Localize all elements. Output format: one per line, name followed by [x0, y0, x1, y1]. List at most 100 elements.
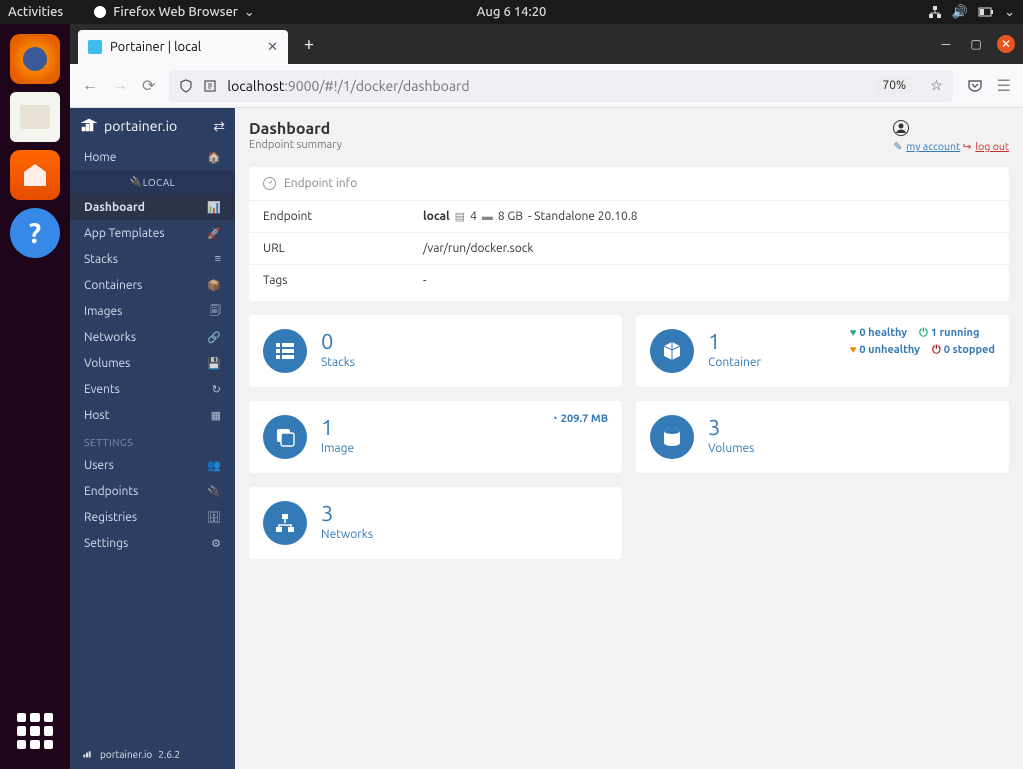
sidebar-item-containers[interactable]: Containers📦 [70, 272, 235, 298]
dock-firefox[interactable] [10, 34, 60, 84]
sidebar-item-icon: 💾 [207, 357, 221, 370]
unhealthy-count: 0 unhealthy [859, 342, 920, 359]
memory-value: 8 GB [498, 210, 523, 223]
bookmark-star-icon[interactable]: ☆ [930, 77, 943, 94]
url-path: :9000/#!/1/docker/dashboard [284, 78, 469, 94]
sidebar-item-volumes[interactable]: Volumes💾 [70, 350, 235, 376]
sidebar-item-settings[interactable]: Settings⚙ [70, 530, 235, 556]
new-tab-button[interactable]: + [294, 29, 324, 59]
volumes-tile[interactable]: 3 Volumes [636, 401, 1009, 473]
url-host: localhost [227, 78, 284, 94]
hamburger-menu-icon[interactable]: ☰ [997, 76, 1011, 95]
networks-tile[interactable]: 3 Networks [249, 487, 622, 559]
sidebar-item-icon: 🚀 [207, 227, 221, 240]
sidebar-item-users[interactable]: Users 👥 [70, 452, 235, 478]
address-bar[interactable]: localhost:9000/#!/1/docker/dashboard 70%… [169, 70, 952, 102]
dock-files[interactable] [10, 92, 60, 142]
maximize-button[interactable]: ▢ [967, 35, 985, 53]
endpoint-row: Endpoint local ▤ 4 ▬ 8 GB - Standalone 2… [249, 201, 1009, 233]
sidebar-item-icon: ▦ [211, 409, 221, 422]
volume-icon[interactable]: 🔊 [952, 5, 968, 20]
portainer-app: portainer.io ⇄ Home🏠🔌 LOCALDashboard📊App… [70, 108, 1023, 769]
sidebar-item-dashboard[interactable]: Dashboard📊 [70, 194, 235, 220]
stacks-tile[interactable]: 0 Stacks [249, 315, 622, 387]
heartbeat-icon: ♥ [850, 325, 857, 342]
sidebar-item-host[interactable]: Host ▦ [70, 402, 235, 428]
sidebar-item-networks[interactable]: Networks🔗 [70, 324, 235, 350]
cpu-count: 4 [470, 210, 477, 223]
forward-button[interactable]: → [112, 76, 128, 95]
sidebar-item-endpoints[interactable]: Endpoints🔌 [70, 478, 235, 504]
sidebar-item-local[interactable]: 🔌 LOCAL [70, 170, 235, 194]
firefox-logo-icon [93, 5, 107, 19]
dashboard-icon [263, 177, 276, 190]
activities-button[interactable]: Activities [8, 5, 63, 19]
sidebar-item-label: Stacks [84, 253, 118, 266]
reload-button[interactable]: ⟳ [142, 76, 155, 95]
url-row: URL /var/run/docker.sock [249, 233, 1009, 265]
dock-show-apps[interactable] [17, 713, 53, 749]
close-tab-icon[interactable]: ✕ [267, 40, 278, 55]
power-menu-icon[interactable]: ⌄ [1004, 5, 1015, 20]
back-button[interactable]: ← [82, 76, 98, 95]
tab-title: Portainer | local [110, 40, 201, 54]
dock: ? [0, 24, 70, 769]
endpoint-mode: - Standalone 20.10.8 [528, 210, 638, 223]
sidebar-item-icon: ↻ [212, 383, 221, 396]
my-account-link[interactable]: my account [906, 140, 960, 152]
sidebar-item-app-templates[interactable]: App Templates🚀 [70, 220, 235, 246]
page-header: Dashboard Endpoint summary ✎my account ↪… [249, 120, 1009, 153]
page-info-icon [203, 79, 217, 93]
sidebar-item-images[interactable]: Images 🗐 [70, 298, 235, 324]
sidebar-item-label: Images [84, 305, 122, 318]
images-count: 1 [321, 415, 354, 440]
sidebar-item-label: Host [84, 409, 109, 422]
sidebar-toggle-icon[interactable]: ⇄ [213, 118, 225, 135]
volumes-icon [650, 415, 694, 459]
containers-tile[interactable]: 1 Container ♥ 0 healthy ⏻ 1 running ♥ 0 … [636, 315, 1009, 387]
battery-icon[interactable] [978, 6, 994, 18]
minimize-button[interactable]: ─ [937, 35, 955, 53]
close-window-button[interactable]: ✕ [997, 35, 1015, 53]
browser-tab[interactable]: Portainer | local ✕ [78, 30, 288, 64]
firefox-toolbar: ← → ⟳ localhost:9000/#!/1/docker/dashboa… [70, 64, 1023, 108]
images-label: Image [321, 442, 354, 455]
tags-row: Tags - [249, 265, 1009, 301]
sidebar-item-icon: 👥 [207, 459, 221, 472]
sidebar-item-icon: 🗐 [210, 302, 221, 321]
clock[interactable]: Aug 6 14:20 [477, 5, 547, 19]
network-icon[interactable] [928, 5, 942, 19]
log-out-link[interactable]: log out [975, 140, 1009, 152]
pencil-icon: ✎ [893, 140, 902, 152]
sidebar-item-home[interactable]: Home🏠 [70, 144, 235, 170]
sidebar-item-stacks[interactable]: Stacks≡ [70, 246, 235, 272]
plug-icon: 🔌 [130, 176, 143, 188]
power-on-icon: ⏻ [919, 325, 928, 342]
images-tile[interactable]: 1 Image ◔ 209.7 MB [249, 401, 622, 473]
dock-software[interactable] [10, 150, 60, 200]
page-subtitle: Endpoint summary [249, 139, 342, 151]
current-app-label: Firefox Web Browser [113, 5, 238, 19]
sidebar-item-icon: 🏠 [207, 151, 221, 164]
sidebar-item-label: Users [84, 459, 114, 472]
sidebar-item-registries[interactable]: Registries🗄 [70, 504, 235, 530]
current-app-menu[interactable]: Firefox Web Browser ⌄ [93, 5, 254, 20]
card-title: Endpoint info [284, 177, 357, 190]
sidebar-settings-nav: Users 👥 Endpoints🔌Registries🗄Settings⚙ [70, 452, 235, 556]
sidebar-item-label: Endpoints [84, 485, 138, 498]
sidebar-item-events[interactable]: Events↻ [70, 376, 235, 402]
portainer-sidebar: portainer.io ⇄ Home🏠🔌 LOCALDashboard📊App… [70, 108, 235, 769]
portainer-logo[interactable]: portainer.io ⇄ [70, 108, 235, 144]
user-icon[interactable] [893, 120, 1009, 136]
logout-icon: ↪ [963, 140, 972, 152]
pocket-icon[interactable] [967, 78, 983, 94]
stacks-label: Stacks [321, 356, 355, 369]
networks-label: Networks [321, 528, 373, 541]
containers-icon [650, 329, 694, 373]
healthy-count: 0 healthy [859, 325, 907, 342]
dock-help[interactable]: ? [10, 208, 60, 258]
stacks-icon [263, 329, 307, 373]
containers-label: Container [708, 356, 761, 369]
zoom-badge[interactable]: 70% [876, 77, 912, 94]
endpoint-label: Endpoint [263, 210, 423, 223]
